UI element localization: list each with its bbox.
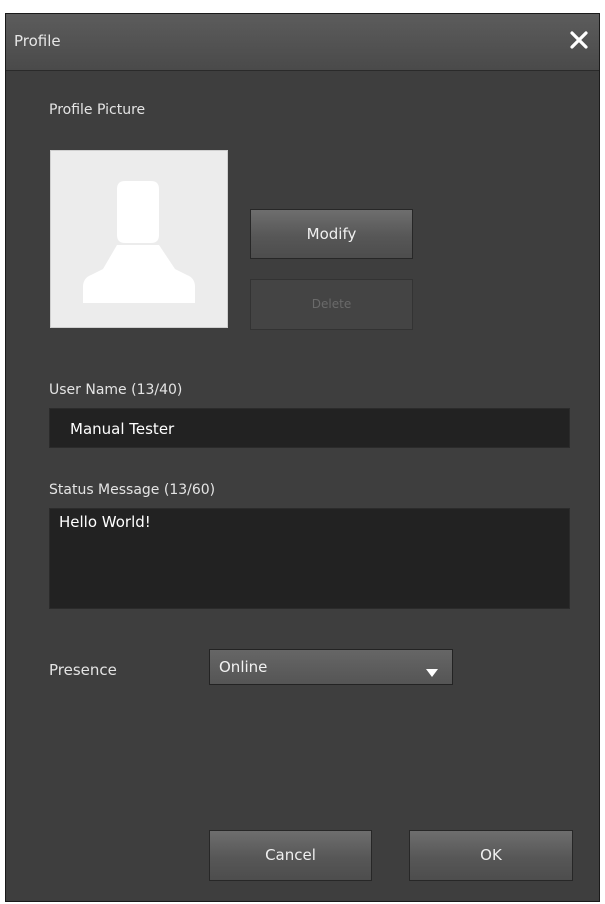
close-button[interactable]: [565, 26, 593, 54]
cancel-button[interactable]: Cancel: [209, 830, 372, 881]
user-name-field[interactable]: Manual Tester: [49, 408, 570, 448]
profile-dialog: Profile Profile Picture Modify Delete Us…: [5, 13, 600, 902]
dialog-title: Profile: [14, 32, 61, 50]
presence-label: Presence: [49, 661, 117, 679]
close-icon: [565, 26, 593, 54]
chevron-down-icon: [426, 663, 438, 681]
profile-picture: [50, 150, 228, 328]
presence-selected-value: Online: [219, 658, 268, 676]
status-message-field[interactable]: Hello World!: [49, 508, 570, 609]
person-silhouette-icon: [51, 151, 227, 327]
status-message-label: Status Message (13/60): [49, 482, 216, 498]
profile-picture-label: Profile Picture: [49, 102, 146, 118]
title-bar: Profile: [6, 14, 599, 71]
status-message-value: Hello World!: [59, 513, 151, 531]
ok-button[interactable]: OK: [409, 830, 573, 881]
modify-button[interactable]: Modify: [250, 209, 413, 259]
user-name-label: User Name (13/40): [49, 382, 183, 398]
user-name-value: Manual Tester: [70, 420, 175, 438]
presence-dropdown[interactable]: Online: [209, 649, 453, 685]
delete-button[interactable]: Delete: [250, 279, 413, 330]
